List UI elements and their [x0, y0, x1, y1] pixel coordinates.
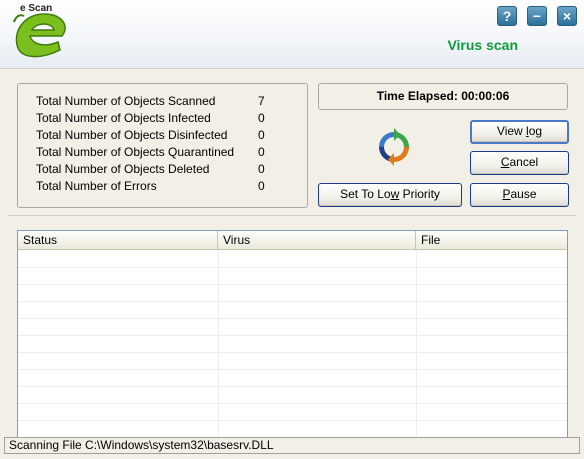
column-header-file[interactable]: File	[416, 231, 567, 250]
view-log-button[interactable]: View log	[470, 120, 569, 144]
header-bar: e Scan ? − × Virus scan	[0, 0, 584, 68]
stat-label: Total Number of Objects Infected	[36, 111, 211, 125]
table-header: Status Virus File	[18, 231, 567, 250]
stat-row: Total Number of Objects Disinfected 0	[36, 128, 296, 145]
page-title: Virus scan	[447, 37, 518, 53]
refresh-icon	[379, 128, 409, 166]
stat-label: Total Number of Objects Disinfected	[36, 128, 228, 142]
grid-line	[416, 250, 417, 437]
stat-value: 0	[258, 128, 265, 142]
button-label: ause	[510, 187, 537, 201]
grid-line	[18, 301, 567, 302]
button-label: ancel	[509, 155, 539, 169]
help-button[interactable]: ?	[497, 6, 517, 26]
stat-value: 0	[258, 111, 265, 125]
stat-label: Total Number of Objects Deleted	[36, 162, 210, 176]
stat-row: Total Number of Objects Deleted 0	[36, 162, 296, 179]
set-low-priority-button[interactable]: Set To Low Priority	[318, 183, 462, 207]
button-label: View	[496, 124, 527, 138]
scan-statistics-panel: Total Number of Objects Scanned 7 Total …	[17, 83, 308, 208]
stat-row: Total Number of Objects Quarantined 0	[36, 145, 296, 162]
button-label: w	[390, 187, 400, 201]
logo-text: e Scan	[20, 3, 53, 14]
main-panel: Total Number of Objects Scanned 7 Total …	[0, 68, 584, 459]
help-icon: ?	[502, 8, 512, 24]
grid-line	[18, 335, 567, 336]
stat-value: 0	[258, 162, 265, 176]
stat-row: Total Number of Objects Infected 0	[36, 111, 296, 128]
pause-button[interactable]: Pause	[470, 183, 569, 207]
column-header-virus[interactable]: Virus	[218, 231, 416, 250]
divider	[8, 215, 576, 216]
minimize-button[interactable]: −	[527, 6, 547, 26]
button-label: og	[528, 124, 543, 138]
stat-value: 0	[258, 179, 265, 193]
status-bar: Scanning File C:\Windows\system32\basesr…	[4, 437, 580, 454]
stat-row: Total Number of Objects Scanned 7	[36, 94, 296, 111]
close-icon: ×	[562, 8, 572, 24]
button-label: Set To Lo	[340, 187, 391, 201]
grid-line	[218, 250, 219, 437]
time-elapsed-display: Time Elapsed: 00:00:06	[318, 83, 568, 110]
grid-line	[18, 403, 567, 404]
grid-line	[18, 267, 567, 268]
stat-label: Total Number of Objects Quarantined	[36, 145, 235, 159]
button-label: Priority	[399, 187, 440, 201]
grid-line	[18, 352, 567, 353]
scan-results-table[interactable]: Status Virus File	[17, 230, 568, 438]
stat-value: 7	[258, 94, 265, 108]
grid-line	[18, 318, 567, 319]
stat-value: 0	[258, 145, 265, 159]
grid-line	[18, 369, 567, 370]
minimize-icon: −	[532, 8, 542, 24]
grid-line	[18, 284, 567, 285]
stat-label: Total Number of Objects Scanned	[36, 94, 216, 108]
grid-line	[18, 420, 567, 421]
close-button[interactable]: ×	[557, 6, 577, 26]
stat-row: Total Number of Errors 0	[36, 179, 296, 196]
column-header-status[interactable]: Status	[18, 231, 218, 250]
cancel-button[interactable]: Cancel	[470, 151, 569, 175]
stat-label: Total Number of Errors	[36, 179, 157, 193]
grid-line	[18, 386, 567, 387]
